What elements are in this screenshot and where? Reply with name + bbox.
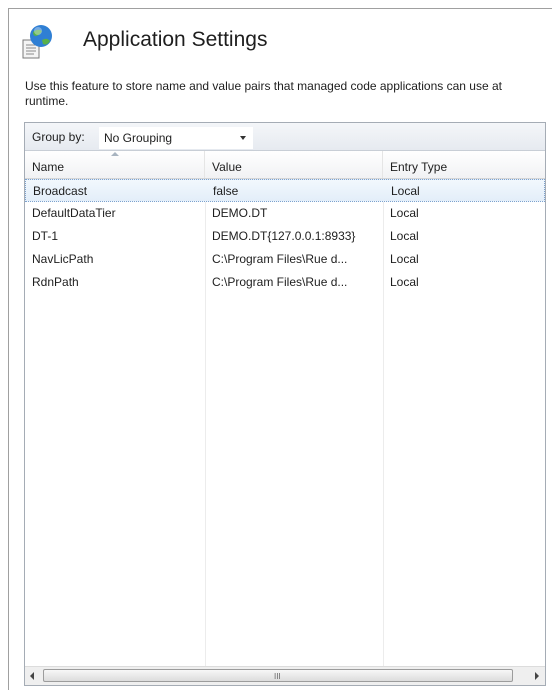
cell-value: C:\Program Files\Rue d... [212,252,348,266]
column-header-label: Value [212,160,242,174]
cell-entry-type: Local [390,252,419,266]
cell-value: false [213,184,239,198]
column-header-entry-type[interactable]: Entry Type [383,151,546,178]
group-by-selected-value: No Grouping [104,131,173,145]
settings-table-body: Broadcast false Local DefaultDataTier DE… [25,179,545,666]
cell-name: RdnPath [32,275,79,289]
cell-entry-type: Local [390,229,419,243]
column-header-label: Name [32,160,65,174]
chevron-down-icon [240,136,246,140]
group-by-label: Group by: [32,130,85,144]
app-settings-globe-icon [22,25,52,59]
cell-name: Broadcast [33,184,88,198]
cell-entry-type: Local [391,184,420,198]
scrollbar-grip: III [274,672,281,681]
column-header-row: Name Value Entry Type [25,151,545,179]
cell-value: DEMO.DT{127.0.0.1:8933} [212,229,356,243]
sort-ascending-icon [111,152,119,156]
table-row[interactable]: NavLicPath C:\Program Files\Rue d... Loc… [25,248,545,271]
cell-value: DEMO.DT [212,206,268,220]
column-header-label: Entry Type [390,160,448,174]
horizontal-scrollbar[interactable]: III [25,666,545,685]
scrollbar-thumb[interactable]: III [43,669,513,682]
table-row[interactable]: RdnPath C:\Program Files\Rue d... Local [25,271,545,294]
table-row[interactable]: Broadcast false Local [25,179,545,202]
column-header-value[interactable]: Value [205,151,383,178]
settings-list-panel: Group by: No Grouping Name Value Entry T… [24,122,546,686]
group-by-toolbar: Group by: No Grouping [25,123,545,151]
group-by-dropdown[interactable]: No Grouping [99,127,253,149]
scroll-left-arrow-icon[interactable] [25,667,42,685]
page-title: Application Settings [83,28,268,51]
cell-entry-type: Local [390,206,419,220]
page-description: Use this feature to store name and value… [25,79,502,108]
table-row[interactable]: DefaultDataTier DEMO.DT Local [25,202,545,225]
cell-value: C:\Program Files\Rue d... [212,275,348,289]
cell-name: DT-1 [32,229,59,243]
table-row[interactable]: DT-1 DEMO.DT{127.0.0.1:8933} Local [25,225,545,248]
cell-name: DefaultDataTier [32,206,116,220]
cell-name: NavLicPath [32,252,94,266]
column-header-name[interactable]: Name [25,151,205,178]
scroll-right-arrow-icon[interactable] [528,667,545,685]
cell-entry-type: Local [390,275,419,289]
